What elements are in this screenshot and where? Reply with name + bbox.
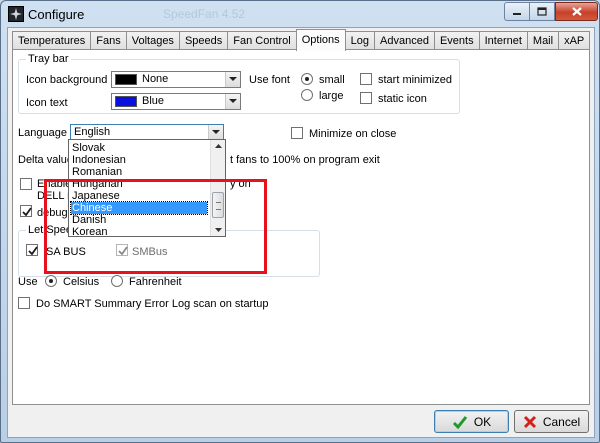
icon-background-select[interactable]: None <box>111 71 241 88</box>
chevron-down-icon <box>229 77 237 81</box>
isa-bus-checkbox[interactable] <box>26 244 38 256</box>
smart-scan-checkbox[interactable] <box>18 297 30 309</box>
tab-voltages[interactable]: Voltages <box>125 31 180 50</box>
icon-text-select[interactable]: Blue <box>111 93 241 110</box>
tab-mail[interactable]: Mail <box>526 31 560 50</box>
ok-button-label: OK <box>473 414 492 429</box>
font-large-radio[interactable] <box>301 89 313 101</box>
debug-checkbox[interactable] <box>20 205 32 217</box>
checkmark-icon <box>28 246 38 256</box>
tab-speeds[interactable]: Speeds <box>178 31 229 50</box>
celsius-label: Celsius <box>63 276 100 288</box>
tab-internet[interactable]: Internet <box>478 31 528 50</box>
fahrenheit-label: Fahrenheit <box>129 276 182 288</box>
smart-scan-label: Do SMART Summary Error Log scan on start… <box>36 298 269 310</box>
checkmark-icon <box>22 207 32 217</box>
scroll-up-button[interactable] <box>211 140 225 152</box>
tab-fan-control[interactable]: Fan Control <box>227 31 297 50</box>
icon-background-label: Icon background <box>26 74 108 86</box>
minimize-on-close-label: Minimize on close <box>309 128 397 140</box>
icon-text-value: Blue <box>142 95 165 107</box>
tab-log[interactable]: Log <box>344 31 376 50</box>
icon-text-label: Icon text <box>26 97 68 109</box>
tab-temperatures[interactable]: Temperatures <box>12 31 92 50</box>
font-large-label: large <box>319 90 344 102</box>
fans-on-exit-label: t fans to 100% on program exit <box>230 154 380 166</box>
maximize-button[interactable] <box>530 2 555 21</box>
language-option-indonesian[interactable]: Indonesian <box>71 154 207 166</box>
language-label: Language <box>18 127 67 139</box>
icon-text-dropdown-arrow[interactable] <box>225 94 240 109</box>
start-minimized-label: start minimized <box>378 74 452 86</box>
static-icon-checkbox[interactable] <box>360 92 372 104</box>
background-window-title: SpeedFan 4.52 <box>163 7 246 21</box>
cancel-button-label: Cancel <box>542 414 581 429</box>
language-value: English <box>74 126 111 138</box>
cancel-button[interactable]: Cancel <box>514 410 589 433</box>
icon-background-swatch <box>115 74 137 85</box>
language-dropdown-arrow[interactable] <box>208 125 223 140</box>
icon-text-swatch <box>115 96 137 107</box>
chevron-down-icon <box>212 130 220 134</box>
delta-value-label: Delta value <box>18 154 74 166</box>
static-icon-label: static icon <box>378 93 427 105</box>
language-option-romanian[interactable]: Romanian <box>71 166 207 178</box>
start-minimized-checkbox[interactable] <box>360 73 372 85</box>
celsius-radio[interactable] <box>45 275 57 287</box>
tab-xap[interactable]: xAP <box>558 31 591 50</box>
maximize-icon <box>537 7 547 16</box>
window-title: Configure <box>28 7 85 22</box>
tab-options[interactable]: Options <box>295 29 346 51</box>
highlight-annotation-box <box>44 179 267 274</box>
fahrenheit-radio[interactable] <box>111 275 123 287</box>
minimize-on-close-checkbox[interactable] <box>291 127 303 139</box>
minimize-button[interactable] <box>504 2 530 21</box>
close-button[interactable] <box>555 2 598 21</box>
tab-events[interactable]: Events <box>433 31 480 50</box>
tab-strip: Temperatures Fans Voltages Speeds Fan Co… <box>12 29 591 51</box>
language-option-slovak[interactable]: Slovak <box>71 142 207 154</box>
enable-checkbox[interactable] <box>20 178 32 190</box>
tab-advanced[interactable]: Advanced <box>374 31 435 50</box>
use-unit-label: Use <box>18 276 38 288</box>
traybar-group-label: Tray bar <box>26 53 71 65</box>
minimize-icon <box>513 12 521 15</box>
title-bar[interactable]: Configure SpeedFan 4.52 <box>1 1 599 27</box>
tab-fans[interactable]: Fans <box>90 31 127 50</box>
icon-background-dropdown-arrow[interactable] <box>225 72 240 87</box>
checkmark-icon <box>452 415 468 429</box>
chevron-up-icon <box>214 144 222 148</box>
ok-button[interactable]: OK <box>434 410 509 433</box>
chevron-down-icon <box>229 99 237 103</box>
font-small-radio[interactable] <box>301 73 313 85</box>
cross-icon <box>523 415 537 429</box>
icon-background-value: None <box>142 73 169 85</box>
close-icon <box>571 7 582 16</box>
font-small-label: small <box>319 74 345 86</box>
app-icon[interactable] <box>8 6 24 22</box>
configure-window: Configure SpeedFan 4.52 Temperatures Fan… <box>0 0 600 443</box>
use-font-label: Use font <box>249 74 290 86</box>
